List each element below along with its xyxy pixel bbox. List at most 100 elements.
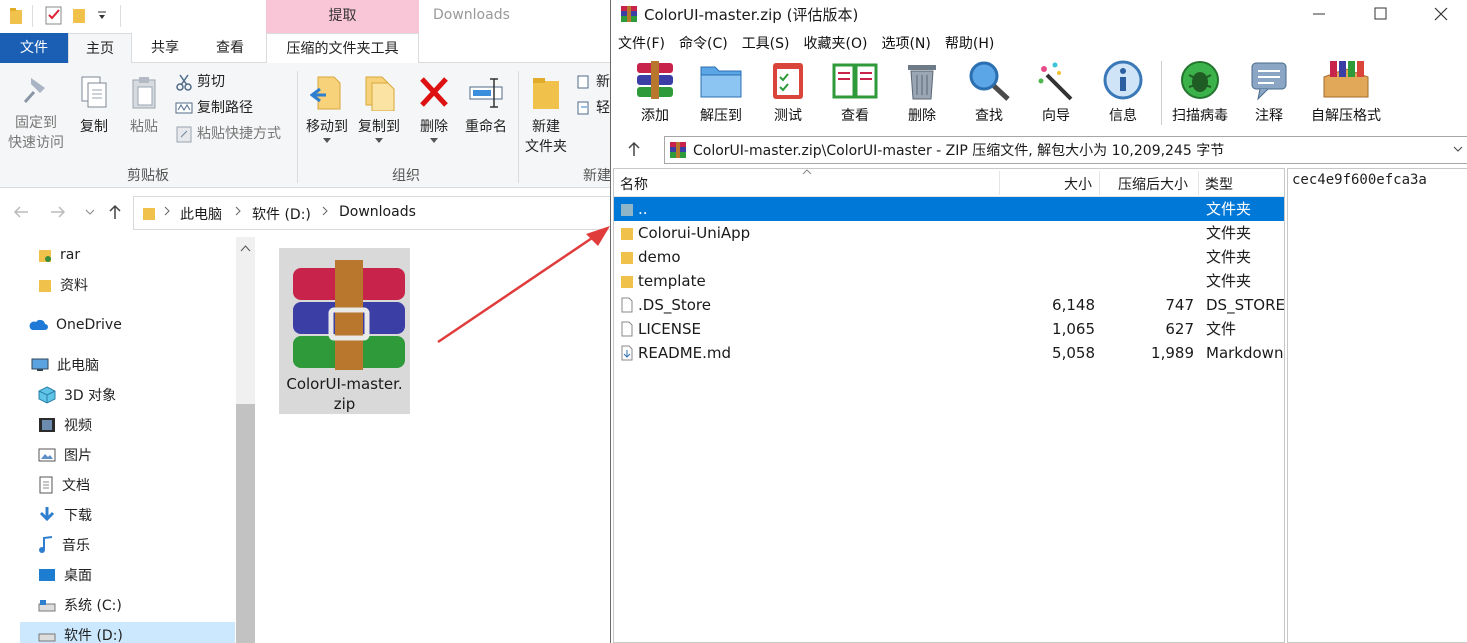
breadcrumb-drive-d[interactable]: 软件 (D:): [252, 204, 311, 224]
tool-scan-virus-button[interactable]: 扫描病毒: [1167, 59, 1233, 125]
nav-item-drive-d[interactable]: 软件 (D:): [20, 622, 235, 643]
rename-button[interactable]: 重命名: [458, 75, 514, 137]
context-tab-extract[interactable]: 提取: [266, 0, 419, 33]
new-folder-button[interactable]: 新建 文件夹: [522, 75, 570, 157]
new-item-button[interactable]: 新: [576, 72, 610, 92]
recent-locations-icon[interactable]: [85, 209, 95, 215]
new-folder-icon[interactable]: [72, 6, 86, 24]
breadcrumb-downloads[interactable]: Downloads: [339, 204, 416, 220]
file-row-ds-store[interactable]: .DS_Store 6,148 747 DS_STORE: [614, 293, 1285, 317]
nav-item-3d-objects[interactable]: 3D 对象: [38, 382, 116, 408]
tool-find-button[interactable]: 查找: [957, 59, 1021, 125]
tool-wizard-button[interactable]: 向导: [1024, 59, 1088, 125]
tab-compressed-folder-tools[interactable]: 压缩的文件夹工具: [266, 33, 419, 63]
nav-item-rar[interactable]: rar: [38, 242, 80, 268]
pin-quick-access-button[interactable]: 固定到 快速访问: [6, 75, 66, 153]
copy-to-button[interactable]: 复制到: [354, 75, 404, 143]
forward-icon[interactable]: [50, 205, 66, 219]
window-title: Downloads: [433, 7, 510, 23]
nav-item-music[interactable]: 音乐: [38, 532, 90, 558]
scroll-up-icon[interactable]: [240, 245, 251, 252]
wizard-wand-icon: [1038, 62, 1073, 101]
tool-sfx-button[interactable]: 自解压格式: [1303, 59, 1389, 125]
tab-file[interactable]: 文件: [0, 33, 68, 63]
qat-dropdown-icon[interactable]: [97, 9, 107, 21]
cut-button[interactable]: 剪切: [175, 72, 225, 92]
tool-test-button[interactable]: 测试: [756, 59, 820, 125]
paste-shortcut-button[interactable]: 粘贴快捷方式: [175, 124, 281, 144]
menu-commands[interactable]: 命令(C): [672, 33, 735, 55]
file-row-colorui-uniapp[interactable]: Colorui-UniApp 文件夹: [614, 221, 1284, 245]
up-icon[interactable]: [108, 204, 122, 220]
file-row-demo[interactable]: demo 文件夹: [614, 245, 1284, 269]
move-to-button[interactable]: 移动到: [302, 75, 352, 143]
column-packed-size[interactable]: 压缩后大小: [1118, 174, 1188, 194]
tab-view[interactable]: 查看: [198, 33, 262, 63]
back-icon[interactable]: [13, 205, 29, 219]
menu-file[interactable]: 文件(F): [611, 33, 672, 55]
breadcrumb-this-pc[interactable]: 此电脑: [180, 204, 222, 224]
paste-button[interactable]: 粘贴: [122, 75, 166, 137]
menu-tools[interactable]: 工具(S): [735, 33, 797, 55]
winrar-title: ColorUI-master.zip (评估版本): [644, 6, 859, 24]
copy-path-button[interactable]: 复制路径: [175, 98, 253, 118]
file-icon: [621, 297, 633, 313]
tool-comment-button[interactable]: 注释: [1237, 59, 1301, 125]
up-one-level-icon[interactable]: [627, 141, 641, 157]
menu-options[interactable]: 选项(N): [874, 33, 937, 55]
nav-item-desktop[interactable]: 桌面: [38, 562, 92, 588]
info-icon: [1103, 60, 1143, 100]
new-item-icon: [577, 75, 589, 89]
download-icon: [39, 507, 55, 522]
music-icon: [39, 536, 53, 553]
column-name[interactable]: 名称: [620, 174, 648, 194]
nav-item-onedrive[interactable]: OneDrive: [28, 312, 122, 338]
nav-item-videos[interactable]: 视频: [38, 412, 92, 438]
winrar-toolbar: 添加 解压到 测试 查看 删除 查找 向导 信息 扫描病毒 注释 自解压格式: [611, 55, 1467, 132]
file-row-template[interactable]: template 文件夹: [614, 269, 1284, 293]
magnifier-icon: [969, 61, 1010, 101]
nav-item-downloads[interactable]: 下载: [38, 502, 92, 528]
desktop-icon: [39, 569, 55, 581]
group-clipboard-label: 剪贴板: [127, 168, 169, 184]
menu-favorites[interactable]: 收藏夹(O): [797, 33, 875, 55]
maximize-icon[interactable]: [1373, 6, 1389, 22]
tab-home[interactable]: 主页: [68, 33, 132, 64]
file-row-readme[interactable]: README.md 5,058 1,989 Markdown: [614, 341, 1284, 365]
file-row-parent[interactable]: .. 文件夹: [614, 197, 1284, 221]
tool-info-button[interactable]: 信息: [1091, 59, 1155, 125]
markdown-file-icon: [621, 345, 633, 361]
nav-item-this-pc[interactable]: 此电脑: [31, 352, 99, 378]
menu-help[interactable]: 帮助(H): [938, 33, 1001, 55]
file-row-license[interactable]: LICENSE 1,065 627 文件: [614, 317, 1284, 341]
nav-item-pictures[interactable]: 图片: [38, 442, 92, 468]
column-size[interactable]: 大小: [1064, 174, 1092, 194]
test-clipboard-icon: [773, 63, 803, 99]
zip-file-extension: zip: [333, 395, 356, 413]
minimize-icon[interactable]: [1311, 6, 1327, 22]
properties-icon[interactable]: [45, 5, 63, 25]
copy-button[interactable]: 复制: [72, 75, 116, 137]
extract-folder-icon: [700, 66, 742, 98]
nav-item-drive-c[interactable]: 系统 (C:): [38, 592, 122, 618]
group-organize-label: 组织: [392, 168, 420, 184]
tool-delete-button[interactable]: 删除: [890, 59, 954, 125]
tool-view-button[interactable]: 查看: [823, 59, 887, 125]
tab-share[interactable]: 共享: [133, 33, 197, 63]
delete-button[interactable]: 删除: [412, 75, 456, 143]
nav-item-documents[interactable]: 文档: [38, 472, 90, 498]
archive-comment-pane[interactable]: cec4e9f600efca3a: [1287, 168, 1467, 643]
column-type[interactable]: 类型: [1205, 174, 1233, 194]
path-dropdown-icon[interactable]: [1453, 146, 1463, 152]
zip-file-item[interactable]: ColorUI-master. zip: [279, 248, 410, 414]
trash-icon: [908, 65, 936, 100]
close-icon[interactable]: [1433, 6, 1449, 22]
nav-item-materials[interactable]: 资料: [38, 272, 88, 298]
view-book-icon: [832, 63, 878, 99]
archive-path-field[interactable]: ColorUI-master.zip\ColorUI-master - ZIP …: [664, 136, 1467, 164]
tool-add-button[interactable]: 添加: [623, 59, 687, 125]
tool-extract-to-button[interactable]: 解压到: [689, 59, 753, 125]
easy-access-button[interactable]: 轻: [576, 98, 610, 118]
nav-scrollbar-thumb[interactable]: [236, 404, 255, 643]
group-new-label: 新建: [583, 168, 611, 184]
